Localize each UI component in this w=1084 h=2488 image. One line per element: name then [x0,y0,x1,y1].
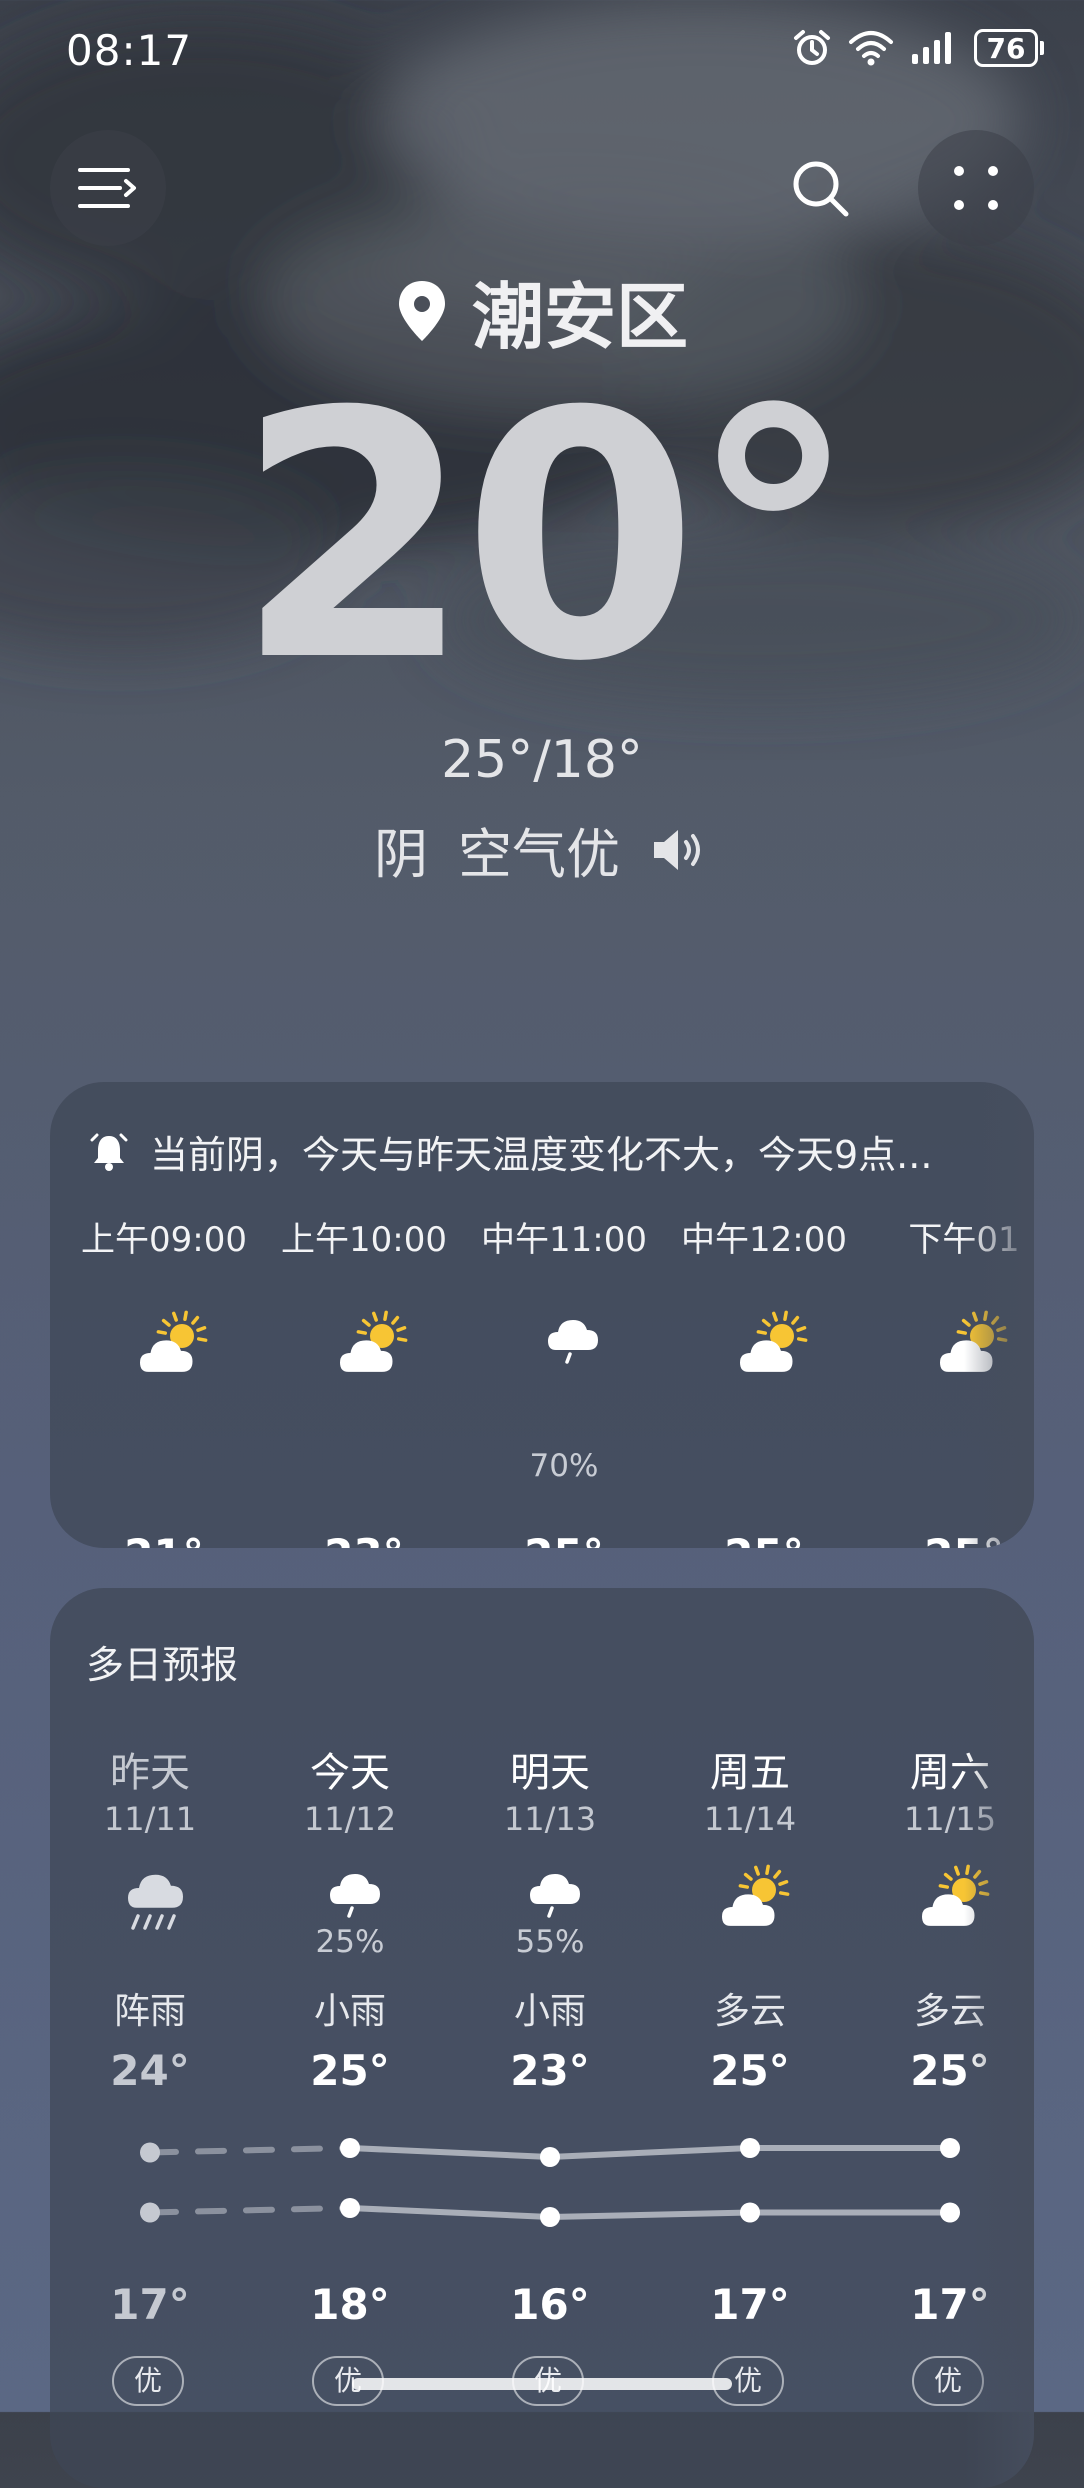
menu-icon [78,168,136,208]
signal-icon [912,32,951,64]
partly-cloudy-icon [740,1310,808,1372]
more-icon [954,166,998,210]
heavy-rain-icon [128,1874,183,1930]
partly-cloudy-icon [722,1864,790,1926]
status-icons: 76 [792,28,1044,68]
current-condition: 阴 [374,823,428,886]
daily-icon-wrap [716,1864,796,1944]
battery-indicator: 76 [974,29,1044,67]
daily-low-temp: 16° [510,2280,590,2329]
speaker-icon[interactable] [650,826,710,874]
daily-item[interactable]: 昨天 11/11 阵雨 24° 17° 优 [50,1588,250,2488]
weather-alert[interactable]: 当前阴，今天与昨天温度变化不大，今天9点... [90,1124,1010,1179]
daily-date: 11/11 [103,1800,197,1838]
daily-day-name: 明天 [510,1750,590,1796]
daily-high-temp: 23° [510,2046,590,2095]
bell-icon [90,1133,128,1171]
daily-day-name: 周五 [710,1750,790,1796]
battery-tip [1040,41,1044,55]
hourly-temperature: 25° [664,1530,864,1548]
wifi-icon [849,31,893,66]
current-condition-row: 阴 空气优 [0,810,1084,889]
daily-condition: 小雨 [513,1991,586,2032]
alarm-icon [794,30,830,65]
daily-high-temp: 25° [710,2046,790,2095]
hourly-temperature: 23° [264,1530,464,1548]
location-pin-icon [398,280,445,341]
hourly-icon-wrap [534,1310,614,1380]
home-indicator[interactable] [352,2378,732,2390]
rain-cloud-icon [548,1320,598,1364]
partly-cloudy-icon [340,1310,408,1372]
daily-low-temp: 18° [310,2280,390,2329]
status-time: 08:17 [66,26,193,75]
daily-item[interactable]: 周五 11/14 多云 25° 17° 优 [650,1588,850,2488]
daily-high-temp: 24° [110,2046,190,2095]
daily-precip-chance: 55% [515,1924,585,1960]
daily-item[interactable]: 今天 11/12 25% 小雨 25° 18° 优 [250,1588,450,2488]
menu-button[interactable] [50,130,166,246]
battery-level: 76 [974,29,1038,67]
hourly-temperature: 21° [64,1530,264,1548]
hourly-icon-wrap [134,1310,214,1380]
daily-condition: 多云 [713,1991,786,2032]
daily-high-temp: 25° [310,2046,390,2095]
hourly-time: 上午10:00 [281,1220,447,1260]
status-bar: 08:17 76 [0,0,1084,110]
hourly-time: 中午12:00 [681,1220,847,1260]
current-high-low: 25°/18° [441,730,643,790]
daily-date: 11/12 [303,1800,397,1838]
search-button[interactable] [762,130,878,246]
more-button[interactable] [918,130,1034,246]
alert-text: 当前阴，今天与昨天温度变化不大，今天9点... [150,1133,933,1177]
current-temperature: 20° [235,340,858,736]
daily-condition: 阵雨 [113,1991,186,2032]
daily-day-name: 今天 [310,1750,390,1796]
daily-date: 11/13 [503,1800,597,1838]
daily-icon-wrap [116,1864,196,1944]
hourly-time: 上午09:00 [81,1220,247,1260]
search-icon [793,161,849,217]
daily-item[interactable]: 明天11/1355%小雨23°16°优 [450,1588,650,2488]
daily-precip-chance: 25% [315,1924,385,1960]
scroll-fade [964,1082,1034,1548]
hourly-icon-wrap [734,1310,814,1380]
scroll-fade [964,1588,1034,2488]
daily-aqi-badge: 优 [112,2356,184,2406]
hourly-temperature: 25° [464,1530,664,1548]
hourly-icon-wrap [334,1310,414,1380]
partly-cloudy-icon [140,1310,208,1372]
hourly-precip-chance: 70% [529,1448,599,1484]
daily-forecast-card[interactable]: 多日预报 昨天 11/11 阵雨 24° 17° 优今天 11/12 25% 小雨 25° 18° 优… [50,1588,1034,2488]
daily-day-name: 昨天 [110,1750,190,1796]
daily-condition: 小雨 [313,1991,386,2032]
daily-low-temp: 17° [710,2280,790,2329]
daily-low-temp: 17° [110,2280,190,2329]
hourly-time: 中午11:00 [481,1220,647,1260]
air-quality[interactable]: 空气优 [458,810,620,889]
daily-date: 11/14 [703,1800,797,1838]
hourly-forecast-card[interactable]: 当前阴，今天与昨天温度变化不大，今天9点... 上午09:00 21° 上午10:0… [50,1082,1034,1548]
